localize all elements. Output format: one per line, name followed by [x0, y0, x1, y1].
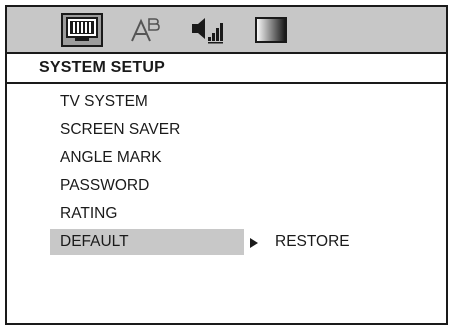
- menu-item-tv-system[interactable]: TV SYSTEM: [50, 89, 244, 115]
- menu-item-default[interactable]: DEFAULT: [50, 229, 244, 255]
- submenu-option-restore[interactable]: RESTORE: [275, 232, 350, 252]
- menu-item-password[interactable]: PASSWORD: [50, 173, 244, 199]
- section-header: SYSTEM SETUP: [7, 54, 446, 84]
- menu-item-rating[interactable]: RATING: [50, 201, 244, 227]
- tab-system-setup[interactable]: [61, 13, 103, 47]
- monitor-icon: [66, 17, 98, 41]
- gradient-icon: [255, 17, 287, 43]
- menu-item-angle-mark[interactable]: ANGLE MARK: [50, 145, 244, 171]
- tab-language-setup[interactable]: [125, 13, 167, 47]
- font-icon: [131, 18, 160, 42]
- menu-item-screen-saver[interactable]: SCREEN SAVER: [50, 117, 244, 143]
- tab-video-setup[interactable]: [250, 13, 292, 47]
- setup-menu-window: SYSTEM SETUP TV SYSTEM SCREEN SAVER ANGL…: [5, 5, 448, 325]
- submenu-arrow-icon: [250, 238, 258, 248]
- tab-audio-setup[interactable]: [187, 13, 229, 47]
- tab-bar: [7, 7, 446, 54]
- section-title: SYSTEM SETUP: [39, 59, 165, 76]
- speaker-icon: [192, 18, 223, 44]
